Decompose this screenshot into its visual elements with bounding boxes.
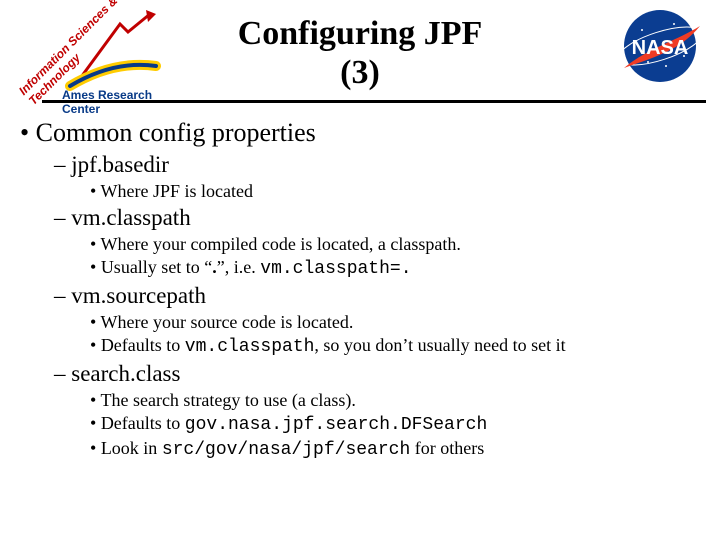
prop-name: vm.sourcepath xyxy=(71,283,206,308)
bullet-main-text: Common config properties xyxy=(36,118,316,147)
title-line-2: (3) xyxy=(340,54,380,91)
detail: The search strategy to use (a class). xyxy=(90,389,702,412)
detail: Where JPF is located xyxy=(90,180,702,203)
detail: Usually set to “.”, i.e. vm.classpath=. xyxy=(90,256,702,281)
detail: Where your compiled code is located, a c… xyxy=(90,233,702,256)
slide-content: Common config properties jpf.basedir Whe… xyxy=(20,118,702,466)
nasa-logo: NASA xyxy=(614,6,706,86)
detail: Defaults to vm.classpath, so you don’t u… xyxy=(90,334,702,359)
prop-name: vm.classpath xyxy=(71,205,190,230)
bullet-main: Common config properties jpf.basedir Whe… xyxy=(20,118,702,462)
nasa-text: NASA xyxy=(632,37,689,59)
prop-searchclass: search.class The search strategy to use … xyxy=(54,361,702,462)
prop-name: jpf.basedir xyxy=(71,152,169,177)
detail: Defaults to gov.nasa.jpf.search.DFSearch xyxy=(90,412,702,437)
header-divider xyxy=(42,100,706,103)
prop-name: search.class xyxy=(71,361,180,386)
slide-title: Configuring JPF (3) xyxy=(0,14,720,92)
detail: Look in src/gov/nasa/jpf/search for othe… xyxy=(90,437,702,462)
slide-header: Information Sciences & Technology Ames R… xyxy=(0,0,720,108)
title-line-1: Configuring JPF xyxy=(238,15,483,52)
slide: Information Sciences & Technology Ames R… xyxy=(0,0,720,540)
prop-basedir: jpf.basedir Where JPF is located xyxy=(54,152,702,203)
prop-sourcepath: vm.sourcepath Where your source code is … xyxy=(54,283,702,359)
detail: Where your source code is located. xyxy=(90,311,702,334)
prop-classpath: vm.classpath Where your compiled code is… xyxy=(54,205,702,281)
